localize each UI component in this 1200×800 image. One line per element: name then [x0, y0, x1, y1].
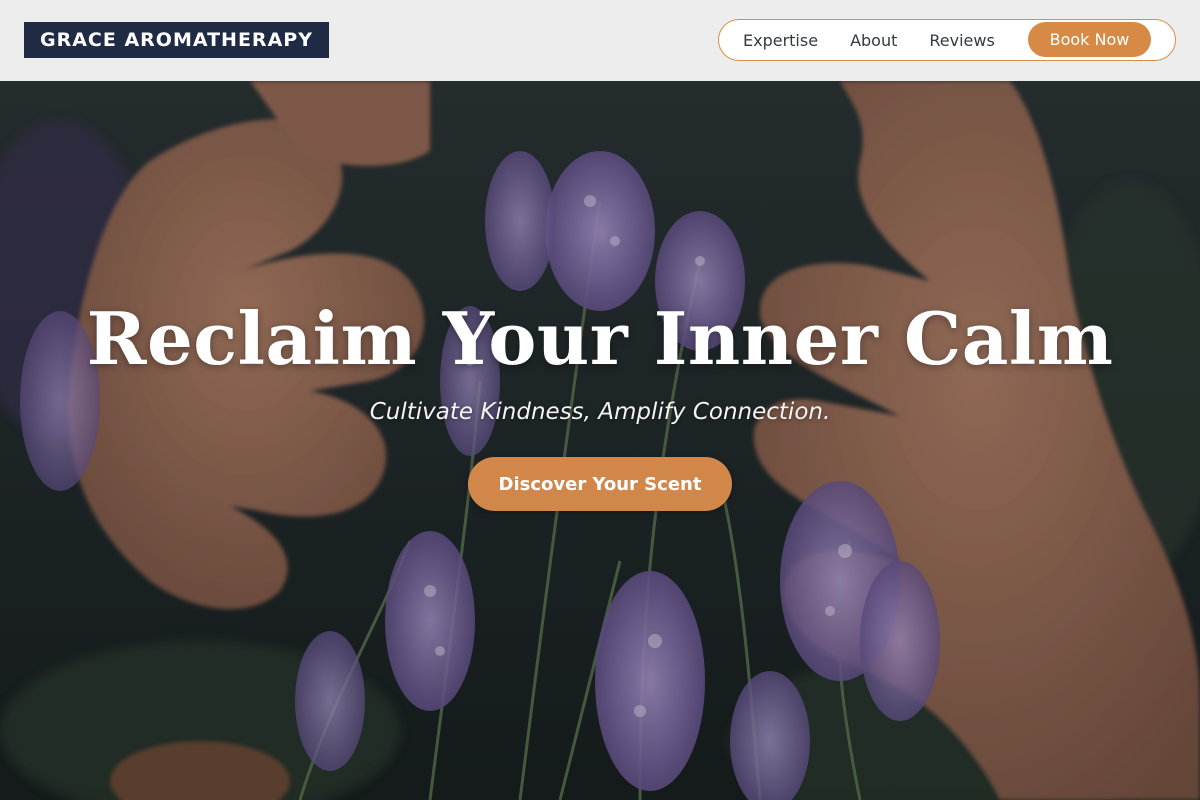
nav-link-about[interactable]: About	[850, 31, 897, 50]
book-now-button[interactable]: Book Now	[1028, 22, 1151, 57]
hero-dark-overlay	[0, 81, 1200, 800]
brand-logo[interactable]: GRACE AROMATHERAPY	[24, 22, 329, 58]
site-header: GRACE AROMATHERAPY Expertise About Revie…	[0, 0, 1200, 81]
main-nav: Expertise About Reviews Book Now	[718, 19, 1176, 61]
hero-title: Reclaim Your Inner Calm	[86, 296, 1114, 381]
discover-scent-button[interactable]: Discover Your Scent	[468, 457, 732, 511]
hero-section: Reclaim Your Inner Calm Cultivate Kindne…	[0, 81, 1200, 800]
nav-link-expertise[interactable]: Expertise	[743, 31, 818, 50]
hero-subtitle: Cultivate Kindness, Amplify Connection.	[369, 399, 831, 425]
nav-link-reviews[interactable]: Reviews	[929, 31, 994, 50]
